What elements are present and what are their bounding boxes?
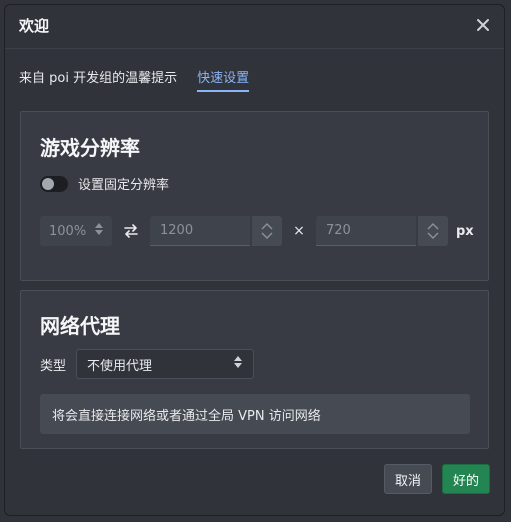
fixed-resolution-toggle[interactable]	[40, 175, 68, 192]
updown-icon	[233, 355, 243, 373]
px-unit-label: px	[456, 223, 474, 239]
cancel-button[interactable]: 取消	[383, 464, 432, 494]
dialog-title: 欢迎	[19, 17, 50, 35]
times-symbol: ×	[293, 223, 305, 239]
chevron-down-icon	[427, 232, 439, 239]
proxy-title: 网络代理	[40, 314, 120, 338]
proxy-type-row: 类型 不使用代理	[40, 349, 255, 379]
dialog-tabs: 来自 poi 开发组的温馨提示 快速设置	[19, 67, 250, 92]
welcome-dialog: 欢迎 来自 poi 开发组的温馨提示 快速设置 游戏分辨率 设置固定分辨率 10…	[4, 4, 505, 516]
resolution-inputs: 100% 1200 × 720 px	[40, 216, 474, 246]
fixed-resolution-row: 设置固定分辨率	[40, 174, 169, 193]
width-input[interactable]: 1200	[150, 216, 250, 246]
chevron-down-icon	[261, 232, 273, 239]
close-icon[interactable]	[472, 14, 494, 36]
swap-icon[interactable]	[112, 216, 150, 246]
tab-tips[interactable]: 来自 poi 开发组的温馨提示	[19, 67, 177, 92]
proxy-description: 将会直接连接网络或者通过全局 VPN 访问网络	[40, 394, 470, 434]
dialog-header: 欢迎	[5, 5, 504, 49]
dialog-footer: 取消 好的	[383, 464, 490, 494]
fixed-resolution-label: 设置固定分辨率	[78, 178, 170, 193]
tab-quick-settings[interactable]: 快速设置	[197, 67, 250, 92]
scale-value: 100%	[49, 223, 87, 239]
height-stepper[interactable]	[418, 216, 448, 246]
updown-icon	[94, 222, 104, 240]
chevron-up-icon	[261, 223, 273, 230]
proxy-card: 网络代理 类型 不使用代理 将会直接连接网络或者通过全局 VPN 访问网络	[20, 290, 489, 449]
height-input[interactable]: 720	[316, 216, 416, 246]
proxy-type-value: 不使用代理	[87, 358, 153, 374]
width-stepper[interactable]	[252, 216, 282, 246]
proxy-type-label: 类型	[40, 358, 67, 374]
proxy-type-select[interactable]: 不使用代理	[76, 349, 255, 379]
ok-button[interactable]: 好的	[441, 464, 490, 494]
scale-select[interactable]: 100%	[40, 216, 112, 246]
chevron-up-icon	[427, 223, 439, 230]
resolution-title: 游戏分辨率	[40, 136, 140, 160]
toggle-knob	[42, 177, 54, 190]
resolution-card: 游戏分辨率 设置固定分辨率 100% 1200 × 720 px	[20, 111, 489, 281]
